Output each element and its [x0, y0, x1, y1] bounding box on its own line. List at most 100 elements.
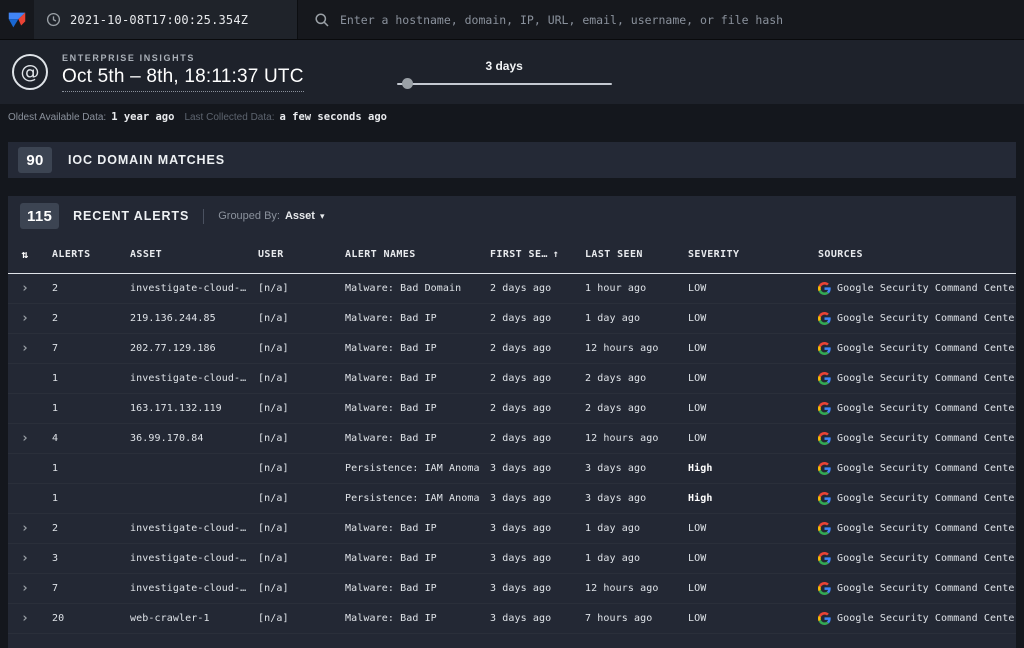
slider-value-label: 3 days: [485, 59, 523, 73]
cell-user: [n/a]: [258, 583, 289, 594]
cell-severity: LOW: [688, 613, 707, 624]
expand-chevron-icon[interactable]: [21, 522, 29, 535]
col-asset[interactable]: ASSET: [120, 249, 248, 260]
last-collected-label: Last Collected Data:: [184, 111, 275, 123]
expand-chevron-icon[interactable]: [21, 312, 29, 325]
cell-user: [n/a]: [258, 523, 289, 534]
cell-first-seen: 3 days ago: [490, 493, 552, 504]
col-last-seen[interactable]: LAST SEEN: [575, 249, 678, 260]
chronicle-logo[interactable]: [0, 0, 34, 39]
source-label: Google Security Command Center: [837, 523, 1016, 534]
col-alert-names[interactable]: ALERT NAMES: [335, 249, 480, 260]
time-range-chip[interactable]: 2021-10-08T17:00:25.354Z: [34, 0, 298, 39]
date-range-title[interactable]: Oct 5th – 8th, 18:11:37 UTC: [62, 66, 304, 92]
cell-first-seen: 3 days ago: [490, 583, 552, 594]
slider-track[interactable]: [396, 78, 612, 89]
cell-alert-names: Persistence: IAM Anoma…: [345, 493, 480, 504]
cell-last-seen: 7 hours ago: [585, 613, 653, 624]
sort-rows-icon[interactable]: ⇅: [8, 248, 42, 261]
cell-alert-count: 2: [52, 523, 59, 534]
col-user[interactable]: USER: [248, 249, 335, 260]
cell-user: [n/a]: [258, 343, 289, 354]
cell-last-seen: 1 day ago: [585, 313, 641, 324]
cell-first-seen: 2 days ago: [490, 283, 552, 294]
expand-chevron-icon[interactable]: [21, 612, 29, 625]
cell-asset: web-crawler-1: [130, 613, 210, 624]
cell-sources: Google Security Command Center: [808, 582, 1016, 595]
slider-handle[interactable]: [401, 78, 413, 89]
expand-chevron-icon[interactable]: [21, 432, 29, 445]
cell-alert-names: Malware: Bad IP: [345, 553, 437, 564]
cell-last-seen: 3 days ago: [585, 463, 647, 474]
ioc-section-title: IOC DOMAIN MATCHES: [68, 153, 225, 167]
col-severity[interactable]: SEVERITY: [678, 249, 808, 260]
google-logo-icon: [818, 552, 831, 565]
cell-first-seen: 3 days ago: [490, 553, 552, 564]
col-alerts[interactable]: ALERTS: [42, 249, 120, 260]
expand-chevron-icon[interactable]: [21, 342, 29, 355]
expand-chevron-icon[interactable]: [21, 552, 29, 565]
table-row[interactable]: 7 202.77.129.186 [n/a] Malware: Bad IP 2…: [8, 334, 1016, 364]
cell-user: [n/a]: [258, 613, 289, 624]
cell-alert-count: 2: [52, 313, 59, 324]
table-row[interactable]: 2 investigate-cloud-… [n/a] Malware: Bad…: [8, 514, 1016, 544]
cell-asset: investigate-cloud-…: [130, 523, 247, 534]
source-label: Google Security Command Center: [837, 493, 1016, 504]
cell-severity: High: [688, 493, 713, 504]
table-row[interactable]: 2 investigate-cloud-… [n/a] Malware: Bad…: [8, 274, 1016, 304]
expand-chevron-icon[interactable]: [21, 582, 29, 595]
search-input[interactable]: [340, 12, 1008, 27]
table-row[interactable]: 3 investigate-cloud-… [n/a] Malware: Bad…: [8, 544, 1016, 574]
table-row[interactable]: 1 [n/a] Persistence: IAM Anoma… 3 days a…: [8, 454, 1016, 484]
ioc-domain-matches-section[interactable]: 90 IOC DOMAIN MATCHES: [8, 142, 1016, 178]
cell-user: [n/a]: [258, 433, 289, 444]
cell-asset: investigate-cloud-…: [130, 373, 247, 384]
google-logo-icon: [818, 582, 831, 595]
alerts-count-badge: 115: [20, 203, 60, 229]
cell-sources: Google Security Command Center: [808, 282, 1016, 295]
cell-user: [n/a]: [258, 403, 289, 414]
cell-alert-names: Malware: Bad IP: [345, 373, 437, 384]
top-bar: 2021-10-08T17:00:25.354Z: [0, 0, 1024, 40]
cell-first-seen: 2 days ago: [490, 343, 552, 354]
cell-sources: Google Security Command Center: [808, 432, 1016, 445]
table-row[interactable]: 1 investigate-cloud-… [n/a] Malware: Bad…: [8, 364, 1016, 394]
table-row[interactable]: 4 36.99.170.84 [n/a] Malware: Bad IP 2 d…: [8, 424, 1016, 454]
google-logo-icon: [818, 522, 831, 535]
cell-user: [n/a]: [258, 463, 289, 474]
cell-severity: LOW: [688, 553, 707, 564]
cell-alert-count: 20: [52, 613, 65, 624]
google-logo-icon: [818, 342, 831, 355]
cell-severity: LOW: [688, 313, 707, 324]
cell-alert-names: Persistence: IAM Anoma…: [345, 463, 480, 474]
source-label: Google Security Command Center: [837, 313, 1016, 324]
cell-alert-count: 4: [52, 433, 59, 444]
cell-alert-names: Malware: Bad IP: [345, 343, 437, 354]
google-logo-icon: [818, 492, 831, 505]
cell-alert-count: 1: [52, 493, 59, 504]
table-row[interactable]: 1 [n/a] Persistence: IAM Anoma… 3 days a…: [8, 484, 1016, 514]
table-row[interactable]: 20 web-crawler-1 [n/a] Malware: Bad IP 3…: [8, 604, 1016, 634]
table-row[interactable]: 1 163.171.132.119 [n/a] Malware: Bad IP …: [8, 394, 1016, 424]
grouped-by-dropdown[interactable]: Grouped By: Asset ▾: [218, 210, 324, 222]
cell-alert-names: Malware: Bad IP: [345, 613, 437, 624]
oldest-available-value: 1 year ago: [111, 111, 175, 123]
cell-alert-count: 2: [52, 283, 59, 294]
cell-severity: LOW: [688, 343, 707, 354]
cell-asset: 202.77.129.186: [130, 343, 216, 354]
cell-user: [n/a]: [258, 553, 289, 564]
table-row[interactable]: 2 219.136.244.85 [n/a] Malware: Bad IP 2…: [8, 304, 1016, 334]
col-first-seen[interactable]: FIRST SE… ↑: [480, 249, 575, 260]
col-sources[interactable]: SOURCES: [808, 249, 1016, 260]
ioc-count-badge: 90: [18, 147, 52, 173]
expand-chevron-icon[interactable]: [21, 282, 29, 295]
cell-sources: Google Security Command Center: [808, 522, 1016, 535]
cell-sources: Google Security Command Center: [808, 402, 1016, 415]
cell-user: [n/a]: [258, 283, 289, 294]
cell-user: [n/a]: [258, 313, 289, 324]
chronicle-logo-icon: [8, 12, 26, 27]
cell-asset: investigate-cloud-…: [130, 583, 247, 594]
table-row[interactable]: 7 investigate-cloud-… [n/a] Malware: Bad…: [8, 574, 1016, 604]
last-collected-value: a few seconds ago: [279, 111, 387, 123]
alerts-table-header: ⇅ ALERTS ASSET USER ALERT NAMES FIRST SE…: [8, 236, 1016, 274]
